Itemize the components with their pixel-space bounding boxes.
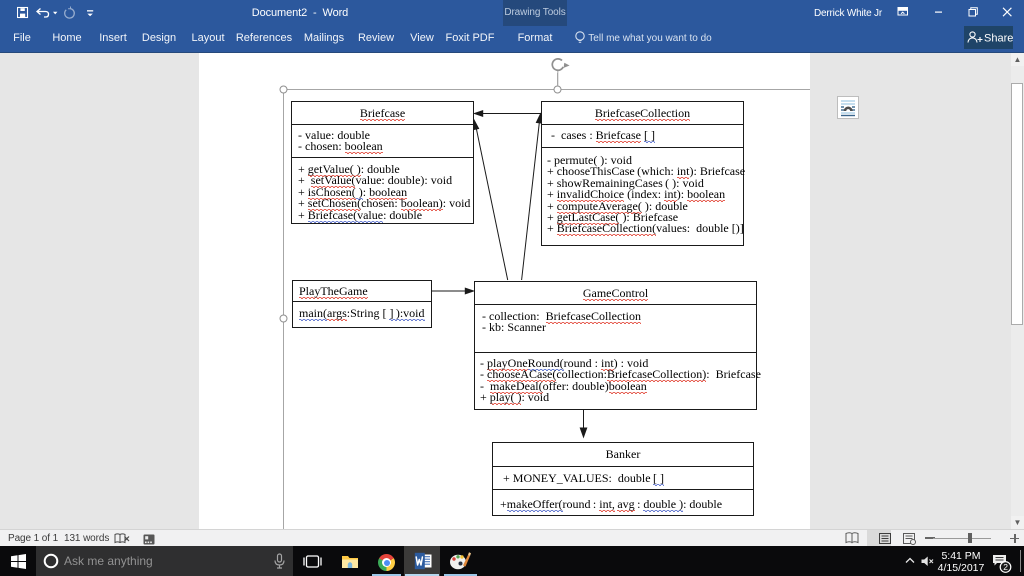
svg-text:2: 2 bbox=[1003, 562, 1008, 572]
svg-text:Share: Share bbox=[984, 33, 1013, 45]
